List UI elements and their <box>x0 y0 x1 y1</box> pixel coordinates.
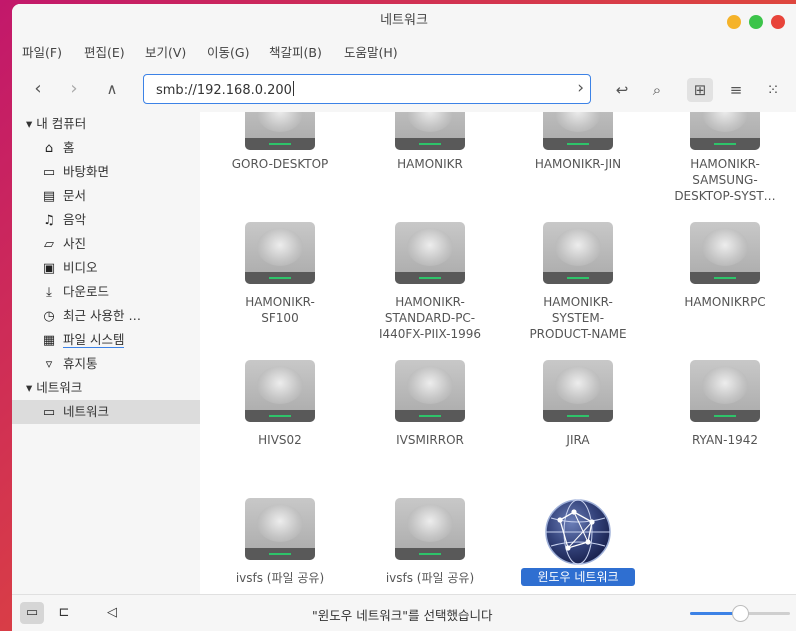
menu-bar: 파일(F) 편집(E) 보기(V) 이동(G) 책갈피(B) 도움말(H) <box>12 38 796 64</box>
sidebar-item-pictures[interactable]: ▱ 사진 <box>12 232 200 256</box>
network-drive-icon <box>395 222 465 284</box>
expand-triangle-icon: ▾ <box>26 116 33 131</box>
zoom-slider-handle[interactable] <box>732 605 749 622</box>
network-drive-icon <box>245 112 315 150</box>
location-go-icon[interactable]: › <box>577 78 584 98</box>
drive-icon: ▦ <box>42 333 56 348</box>
network-drive-icon <box>395 360 465 422</box>
sidebar-section-network[interactable]: ▾ 네트워크 <box>12 376 200 400</box>
sidebar-section-my-computer[interactable]: ▾ 내 컴퓨터 <box>12 112 200 136</box>
video-icon: ▣ <box>42 261 56 276</box>
network-drive-icon <box>543 360 613 422</box>
network-drive-icon <box>543 112 613 150</box>
file-view[interactable]: GORO-DESKTOP HAMONIKR HAMONIKR-JIN HAMON… <box>200 112 796 594</box>
network-drive-icon <box>245 360 315 422</box>
music-icon: ♫ <box>43 213 55 228</box>
menu-go[interactable]: 이동(G) <box>207 42 249 61</box>
sidebar-item-home[interactable]: ⌂ 홈 <box>12 136 200 160</box>
back-button[interactable]: ‹ <box>26 78 50 102</box>
sidebar-item-desktop[interactable]: ▭ 바탕화면 <box>12 160 200 184</box>
sidebar-item-trash[interactable]: ▿ 휴지통 <box>12 352 200 376</box>
sidebar-item-filesystem[interactable]: ▦ 파일 시스템 <box>12 328 200 352</box>
network-drive-icon <box>395 112 465 150</box>
zoom-slider[interactable] <box>690 605 790 622</box>
trash-icon: ▿ <box>45 357 53 372</box>
list-view-button[interactable]: ≡ <box>723 78 749 102</box>
hide-sidebar-button[interactable]: ◁ <box>100 602 124 624</box>
network-drive-icon <box>543 222 613 284</box>
toolbar: ‹ › ∧ smb://192.168.0.200 › ↩ ⌕ ⊞ ≡ ⁙ <box>12 66 796 112</box>
location-bar[interactable]: smb://192.168.0.200 › <box>143 74 591 104</box>
expand-triangle-icon: ▾ <box>26 380 33 395</box>
menu-bookmarks[interactable]: 책갈피(B) <box>269 42 322 61</box>
menu-help[interactable]: 도움말(H) <box>344 42 398 61</box>
network-drive-icon <box>245 222 315 284</box>
network-drive-icon <box>690 360 760 422</box>
download-icon: ⤓ <box>46 285 52 300</box>
file-manager-window: 네트워크 파일(F) 편집(E) 보기(V) 이동(G) 책갈피(B) 도움말(… <box>12 4 796 631</box>
close-button[interactable] <box>771 15 785 29</box>
network-drive-icon <box>690 112 760 150</box>
window-title: 네트워크 <box>380 13 428 28</box>
toggle-location-icon[interactable]: ↩ <box>609 78 635 102</box>
search-icon[interactable]: ⌕ <box>644 78 670 102</box>
sidebar-item-documents[interactable]: ▤ 문서 <box>12 184 200 208</box>
sidebar: ▾ 내 컴퓨터 ⌂ 홈 ▭ 바탕화면 ▤ 문서 ♫ 음악 ▱ 사진 ▣ 비디오 ⤓ 다운로드 … <box>12 112 200 594</box>
maximize-button[interactable] <box>749 15 763 29</box>
home-icon: ⌂ <box>44 141 54 156</box>
up-button[interactable]: ∧ <box>100 78 124 102</box>
title-bar: 네트워크 <box>12 4 796 38</box>
icon-view-button[interactable]: ⊞ <box>687 78 713 102</box>
network-drive-icon <box>245 498 315 560</box>
picture-icon: ▱ <box>44 237 54 252</box>
sidebar-item-network[interactable]: ▭ 네트워크 <box>12 400 200 424</box>
menu-view[interactable]: 보기(V) <box>145 42 186 61</box>
network-drive-icon <box>395 498 465 560</box>
recent-icon: ◷ <box>43 309 55 324</box>
document-icon: ▤ <box>42 189 56 204</box>
minimize-button[interactable] <box>727 15 741 29</box>
sidebar-item-music[interactable]: ♫ 음악 <box>12 208 200 232</box>
network-globe-icon <box>545 499 611 565</box>
forward-button[interactable]: › <box>62 78 86 102</box>
menu-edit[interactable]: 편집(E) <box>84 42 125 61</box>
compact-view-button[interactable]: ⁙ <box>760 78 786 102</box>
menu-file[interactable]: 파일(F) <box>22 42 62 61</box>
sidebar-item-videos[interactable]: ▣ 비디오 <box>12 256 200 280</box>
status-bar: ▭ ⊏ ◁ "윈도우 네트워크"를 선택했습니다 <box>12 594 796 631</box>
location-input[interactable]: smb://192.168.0.200 <box>156 81 294 98</box>
desktop-icon: ▭ <box>42 165 56 180</box>
network-drive-icon <box>690 222 760 284</box>
status-message: "윈도우 네트워크"를 선택했습니다 <box>312 608 493 623</box>
network-icon: ▭ <box>42 405 56 420</box>
show-places-button[interactable]: ▭ <box>20 602 44 624</box>
sidebar-item-downloads[interactable]: ⤓ 다운로드 <box>12 280 200 304</box>
show-tree-button[interactable]: ⊏ <box>52 602 76 624</box>
sidebar-item-recent[interactable]: ◷ 최근 사용한 … <box>12 304 200 328</box>
